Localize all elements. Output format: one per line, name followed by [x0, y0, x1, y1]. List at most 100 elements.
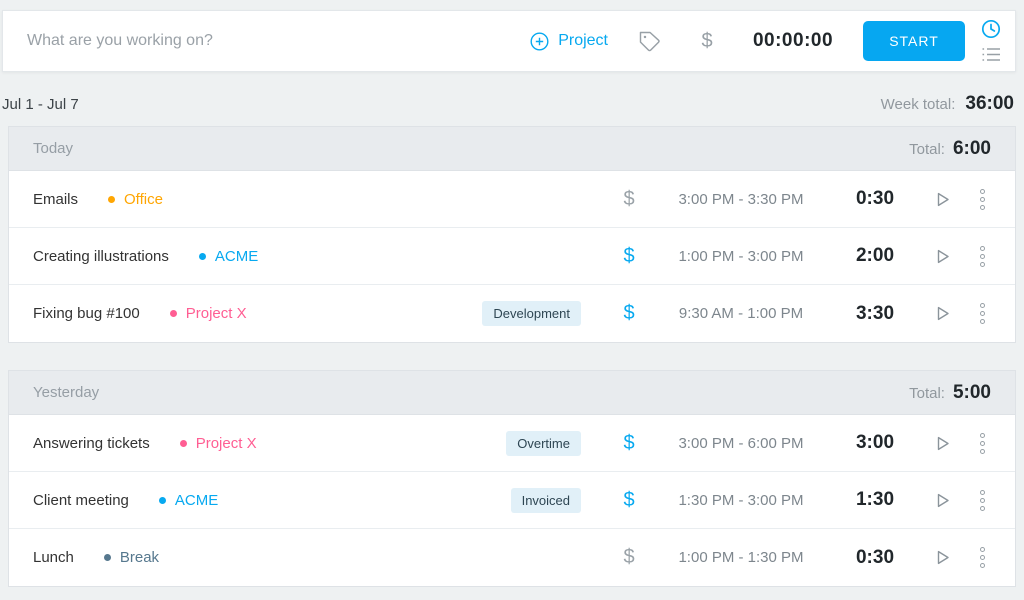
project-bullet [180, 440, 187, 447]
entry-time-range[interactable]: 3:00 PM - 6:00 PM [651, 435, 831, 452]
section-rows: Answering tickets Project X Overtime $ 3… [9, 415, 1015, 586]
kebab-menu-icon [980, 303, 985, 308]
entry-description[interactable]: Emails [33, 191, 78, 208]
entry-menu-button[interactable] [965, 189, 999, 210]
project-bullet [170, 310, 177, 317]
continue-entry-button[interactable] [919, 247, 965, 266]
entry-project[interactable]: ACME [159, 492, 218, 509]
timer-mode-button[interactable] [981, 19, 1001, 39]
entry-description[interactable]: Fixing bug #100 [33, 305, 140, 322]
description-input[interactable] [27, 32, 530, 50]
tag-badge[interactable]: Overtime [506, 431, 581, 456]
time-entry-row[interactable]: Creating illustrations ACME $ 1:00 PM - … [9, 228, 1015, 285]
entry-description[interactable]: Answering tickets [33, 435, 150, 452]
section-total-value: 5:00 [953, 382, 991, 404]
entry-duration[interactable]: 1:30 [831, 489, 919, 511]
time-entry-row[interactable]: Fixing bug #100 Project X Development $ … [9, 285, 1015, 342]
kebab-menu-icon [980, 246, 985, 251]
entry-description[interactable]: Client meeting [33, 492, 129, 509]
entry-duration[interactable]: 3:00 [831, 432, 919, 454]
section-total-label: Total: [909, 141, 945, 158]
entry-menu-button[interactable] [965, 303, 999, 324]
play-icon [933, 304, 952, 323]
timer-bar: Project $ 00:00:00 START [2, 10, 1016, 72]
billable-icon[interactable]: $ [607, 302, 651, 325]
play-icon [933, 491, 952, 510]
entry-duration[interactable]: 0:30 [831, 188, 919, 210]
section-header: Yesterday Total: 5:00 [9, 371, 1015, 415]
kebab-menu-icon [980, 490, 985, 495]
week-summary: Jul 1 - Jul 7 Week total: 36:00 [2, 93, 1014, 115]
continue-entry-button[interactable] [919, 190, 965, 209]
time-entry-row[interactable]: Lunch Break $ 1:00 PM - 1:30 PM 0:30 [9, 529, 1015, 586]
time-entry-row[interactable]: Emails Office $ 3:00 PM - 3:30 PM 0:30 [9, 171, 1015, 228]
play-icon [933, 190, 952, 209]
entry-project[interactable]: ACME [199, 248, 258, 265]
entry-time-range[interactable]: 1:00 PM - 3:00 PM [651, 248, 831, 265]
entry-project[interactable]: Project X [180, 435, 257, 452]
mode-toggle [981, 19, 1001, 63]
entry-time-range[interactable]: 1:30 PM - 3:00 PM [651, 492, 831, 509]
continue-entry-button[interactable] [919, 434, 965, 453]
entry-duration[interactable]: 0:30 [831, 547, 919, 569]
project-label[interactable]: Office [124, 191, 163, 208]
add-project-label: Project [558, 32, 608, 50]
entry-description[interactable]: Lunch [33, 549, 74, 566]
billable-icon[interactable]: $ [607, 245, 651, 268]
billable-icon[interactable]: $ [607, 188, 651, 211]
section-rows: Emails Office $ 3:00 PM - 3:30 PM 0:30 C… [9, 171, 1015, 342]
entry-time-range[interactable]: 3:00 PM - 3:30 PM [651, 191, 831, 208]
entry-sections: Today Total: 6:00 Emails Office $ 3:00 P… [0, 126, 1024, 587]
project-label[interactable]: Project X [186, 305, 247, 322]
project-bullet [159, 497, 166, 504]
billable-toggle-button[interactable]: $ [693, 30, 721, 53]
continue-entry-button[interactable] [919, 304, 965, 323]
list-icon [981, 46, 1001, 63]
entry-time-range[interactable]: 1:00 PM - 1:30 PM [651, 549, 831, 566]
time-entry-row[interactable]: Client meeting ACME Invoiced $ 1:30 PM -… [9, 472, 1015, 529]
entry-time-range[interactable]: 9:30 AM - 1:00 PM [651, 305, 831, 322]
tag-icon [638, 30, 661, 53]
week-total: Week total: 36:00 [881, 93, 1014, 115]
section-header: Today Total: 6:00 [9, 127, 1015, 171]
continue-entry-button[interactable] [919, 491, 965, 510]
timer-display: 00:00:00 [747, 30, 839, 52]
continue-entry-button[interactable] [919, 548, 965, 567]
project-bullet [199, 253, 206, 260]
project-label[interactable]: ACME [175, 492, 218, 509]
project-label[interactable]: Break [120, 549, 159, 566]
billable-icon[interactable]: $ [607, 546, 651, 569]
add-project-button[interactable]: Project [530, 32, 608, 51]
week-range: Jul 1 - Jul 7 [2, 96, 79, 113]
plus-circle-icon [530, 32, 549, 51]
entry-menu-button[interactable] [965, 246, 999, 267]
kebab-menu-icon [980, 433, 985, 438]
start-button[interactable]: START [863, 21, 965, 61]
entry-project[interactable]: Break [104, 549, 159, 566]
entry-description[interactable]: Creating illustrations [33, 248, 169, 265]
tags-button[interactable] [638, 30, 661, 53]
billable-icon[interactable]: $ [607, 432, 651, 455]
entry-project[interactable]: Office [108, 191, 163, 208]
entry-duration[interactable]: 3:30 [831, 303, 919, 325]
week-total-value: 36:00 [965, 93, 1014, 115]
clock-icon [981, 19, 1001, 39]
entry-menu-button[interactable] [965, 547, 999, 568]
section-total: Total: 5:00 [909, 382, 991, 404]
project-label[interactable]: ACME [215, 248, 258, 265]
entry-duration[interactable]: 2:00 [831, 245, 919, 267]
billable-icon[interactable]: $ [607, 489, 651, 512]
manual-mode-button[interactable] [981, 46, 1001, 63]
timer-bar-actions: Project $ 00:00:00 START [530, 19, 1001, 63]
project-label[interactable]: Project X [196, 435, 257, 452]
tag-badge[interactable]: Invoiced [511, 488, 581, 513]
kebab-menu-icon [980, 189, 985, 194]
play-icon [933, 434, 952, 453]
entry-menu-button[interactable] [965, 490, 999, 511]
entry-project[interactable]: Project X [170, 305, 247, 322]
day-section: Today Total: 6:00 Emails Office $ 3:00 P… [8, 126, 1016, 343]
tag-badge[interactable]: Development [482, 301, 581, 326]
entry-menu-button[interactable] [965, 433, 999, 454]
section-total-value: 6:00 [953, 138, 991, 160]
time-entry-row[interactable]: Answering tickets Project X Overtime $ 3… [9, 415, 1015, 472]
